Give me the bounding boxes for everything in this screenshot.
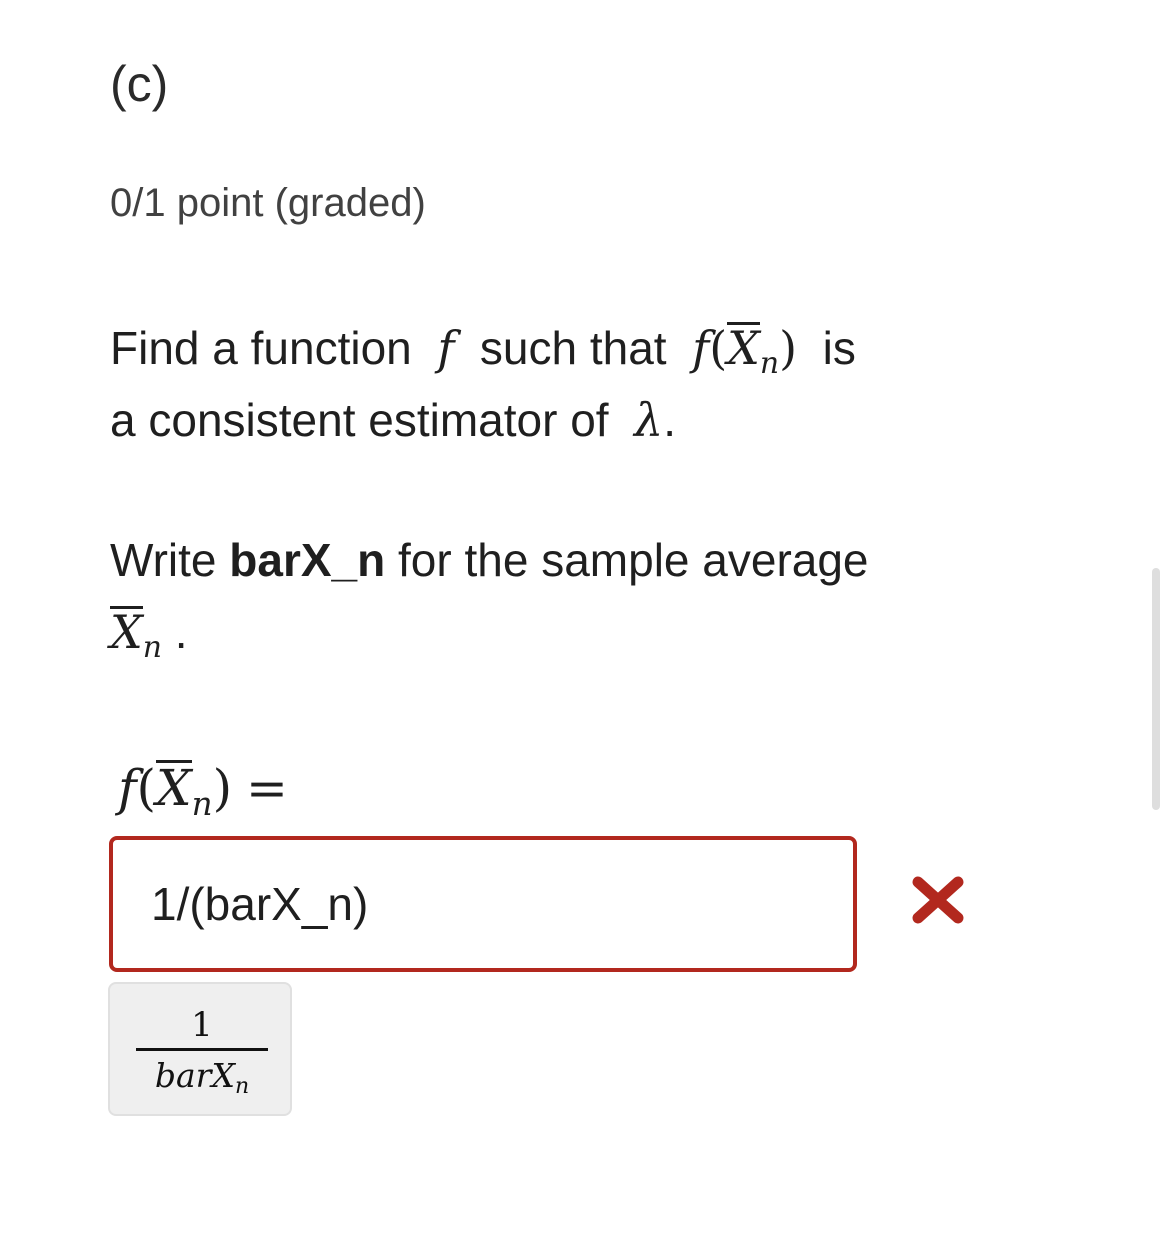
instruction-suffix: for the sample average <box>398 534 869 586</box>
preview-denominator-subscript: n <box>234 1074 250 1099</box>
math-f: f <box>118 759 137 817</box>
question-text: a consistent estimator of <box>110 394 609 446</box>
math-f: f <box>437 321 455 375</box>
math-f-of-xbar: f(Xn) <box>118 759 233 823</box>
scrollbar[interactable] <box>1152 568 1160 810</box>
math-f-of-xbar: f(Xn) <box>692 321 798 381</box>
math-xbar: X <box>110 605 143 659</box>
problem-line-2: a consistent estimator of λ. <box>110 384 1070 456</box>
fraction-bar <box>136 1048 268 1051</box>
instruction-variable-name: barX_n <box>229 534 386 586</box>
math-preview: 1 barXn <box>108 982 292 1116</box>
math-subscript: n <box>191 784 213 823</box>
problem-text: Find a function f such that f(Xn) is a c… <box>110 312 1070 456</box>
math-subscript: n <box>759 345 780 381</box>
answer-prompt: f(Xn) = <box>118 752 288 840</box>
instruction-prefix: Write <box>110 534 217 586</box>
math-xbar: X <box>156 759 192 817</box>
answer-field-container <box>109 836 857 972</box>
punctuation: . <box>174 606 188 658</box>
points-status: 0/1 point (graded) <box>110 181 426 225</box>
preview-denominator-base: barX <box>154 1056 235 1095</box>
preview-fraction: 1 barXn <box>136 1004 268 1108</box>
math-subscript: n <box>142 629 163 665</box>
preview-denominator: barXn <box>136 1055 268 1108</box>
math-f: f <box>692 321 710 375</box>
preview-numerator: 1 <box>191 1005 213 1045</box>
math-xbar-n: Xn <box>110 605 162 665</box>
instruction-text: Write barX_n for the sample average Xn . <box>110 524 1070 668</box>
problem-line-1: Find a function f such that f(Xn) is <box>110 312 1070 384</box>
question-text: is <box>822 322 856 374</box>
math-xbar: X <box>727 321 760 375</box>
cross-icon <box>912 876 964 924</box>
instruction-line-1: Write barX_n for the sample average <box>110 524 1070 596</box>
math-lambda: λ <box>634 393 664 447</box>
punctuation: . <box>663 394 677 446</box>
question-text: such that <box>479 322 667 374</box>
question-text: Find a function <box>110 322 412 374</box>
instruction-line-2: Xn . <box>110 596 1070 668</box>
math-equals: = <box>246 759 288 817</box>
answer-input[interactable] <box>113 840 853 968</box>
problem-heading: (c) <box>110 56 169 112</box>
